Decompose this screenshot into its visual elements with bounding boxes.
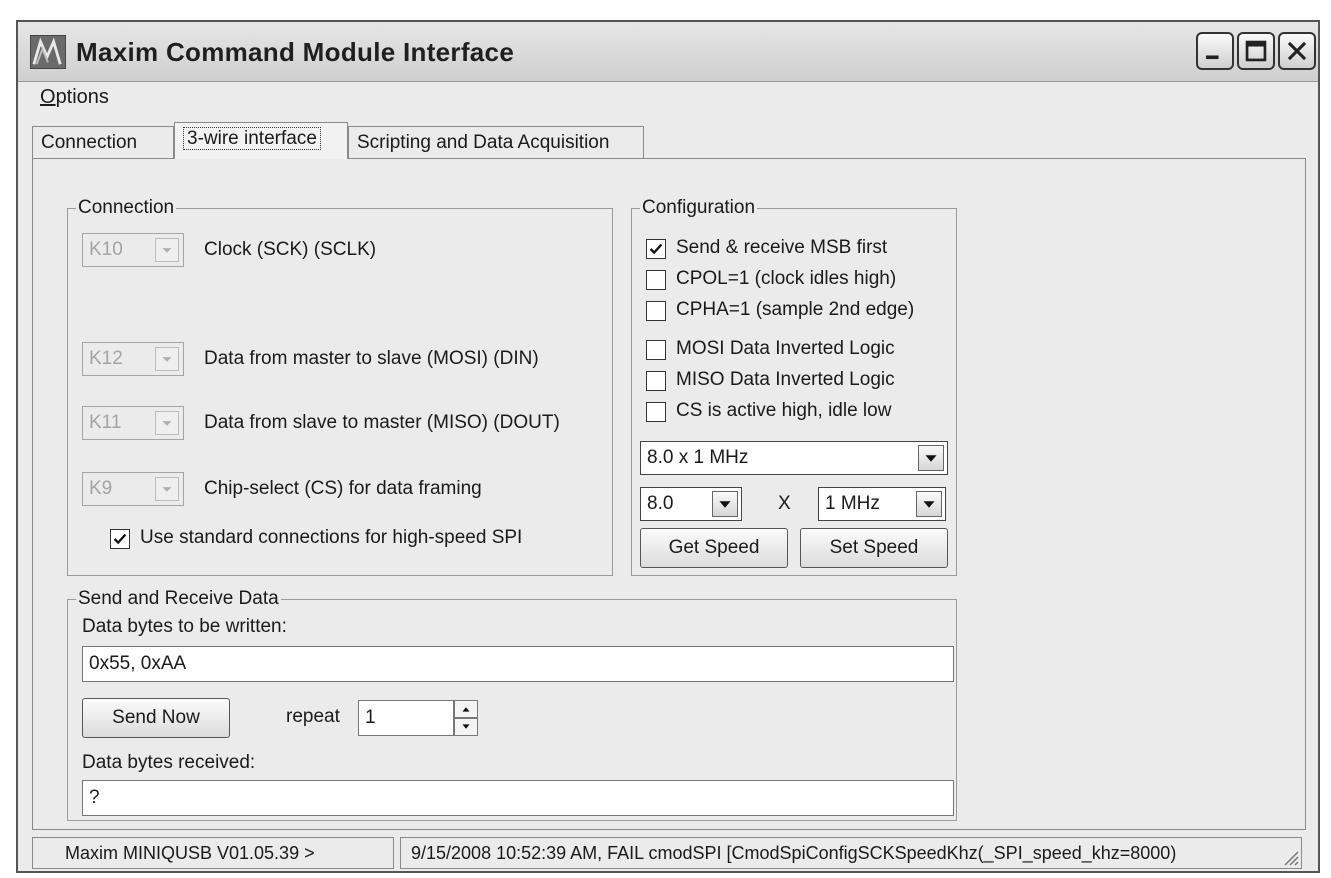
cpha-label: CPHA=1 (sample 2nd edge) — [676, 299, 915, 320]
cpol-label: CPOL=1 (clock idles high) — [676, 268, 897, 289]
msb-first-checkbox[interactable] — [646, 239, 666, 259]
write-label: Data bytes to be written: — [82, 616, 287, 637]
minimize-icon — [1206, 55, 1219, 60]
send-receive-legend: Send and Receive Data — [76, 588, 281, 610]
configuration-legend: Configuration — [640, 197, 758, 219]
received-data-field[interactable]: ? — [82, 780, 954, 816]
cs-active-high-label: CS is active high, idle low — [676, 400, 892, 421]
cpol-checkbox[interactable] — [646, 270, 666, 290]
chevron-down-icon — [155, 477, 179, 501]
miso-pin-dropdown[interactable]: K11 — [82, 406, 184, 440]
mosi-inverted-label: MOSI Data Inverted Logic — [676, 338, 895, 359]
checkmark-icon — [113, 533, 127, 545]
checkmark-icon — [649, 243, 663, 255]
tab-connection[interactable]: Connection — [32, 126, 174, 159]
mosi-pin-dropdown[interactable]: K12 — [82, 342, 184, 376]
chevron-down-icon — [155, 411, 179, 435]
maxim-logo-icon — [30, 35, 66, 69]
use-standard-label: Use standard connections for high-speed … — [140, 527, 523, 548]
cs-label: Chip-select (CS) for data framing — [204, 478, 482, 499]
resize-grip-icon[interactable] — [1279, 846, 1299, 866]
repeat-input[interactable]: 1 — [358, 700, 454, 736]
status-device: Maxim MINIQUSB V01.05.39 > — [32, 837, 394, 869]
menu-options[interactable]: Options — [40, 86, 109, 109]
write-data-input[interactable]: 0x55, 0xAA — [82, 646, 954, 682]
spin-up-icon[interactable] — [454, 700, 478, 718]
close-button[interactable] — [1278, 32, 1316, 70]
miso-label: Data from slave to master (MISO) (DOUT) — [204, 412, 560, 433]
status-message: 9/15/2008 10:52:39 AM, FAIL cmodSPI [Cmo… — [400, 837, 1302, 869]
repeat-spinner[interactable] — [454, 700, 478, 736]
miso-inverted-checkbox[interactable] — [646, 371, 666, 391]
send-now-button[interactable]: Send Now — [82, 698, 230, 738]
cpha-checkbox[interactable] — [646, 301, 666, 321]
chevron-down-icon — [155, 238, 179, 262]
connection-legend: Connection — [76, 197, 177, 219]
title-bar[interactable]: Maxim Command Module Interface — [18, 22, 1318, 82]
msb-first-label: Send & receive MSB first — [676, 237, 888, 258]
send-receive-group: Send and Receive Data Data bytes to be w… — [67, 588, 957, 821]
close-icon — [1287, 41, 1307, 61]
maximize-button[interactable] — [1237, 32, 1275, 70]
chevron-down-icon — [918, 445, 944, 471]
received-label: Data bytes received: — [82, 752, 256, 773]
miso-inverted-label: MISO Data Inverted Logic — [676, 369, 895, 390]
speed-select[interactable]: 8.0 x 1 MHz — [640, 441, 948, 475]
maximize-icon — [1245, 40, 1267, 62]
connection-group: Connection K10 Clock (SCK) (SCLK) K12 Da… — [67, 197, 613, 576]
get-speed-button[interactable]: Get Speed — [640, 528, 788, 568]
set-speed-button[interactable]: Set Speed — [800, 528, 948, 568]
configuration-group: Configuration Send & receive MSB first C… — [631, 197, 957, 576]
chevron-down-icon — [712, 491, 738, 517]
menu-bar: Options — [18, 83, 1318, 113]
chevron-down-icon — [155, 347, 179, 371]
sck-pin-dropdown[interactable]: K10 — [82, 233, 184, 267]
window-title: Maxim Command Module Interface — [76, 37, 515, 67]
multiplier-select[interactable]: 8.0 — [640, 487, 742, 521]
tab-panel-3-wire: Connection K10 Clock (SCK) (SCLK) K12 Da… — [32, 158, 1306, 830]
mosi-inverted-checkbox[interactable] — [646, 340, 666, 360]
status-bar: Maxim MINIQUSB V01.05.39 > 9/15/2008 10:… — [18, 837, 1318, 871]
app-window: Maxim Command Module Interface Options C… — [16, 20, 1320, 873]
chevron-down-icon — [916, 491, 942, 517]
repeat-label: repeat — [286, 706, 340, 727]
use-standard-checkbox[interactable] — [110, 529, 130, 549]
times-label: X — [778, 493, 791, 514]
cs-pin-dropdown[interactable]: K9 — [82, 472, 184, 506]
cs-active-high-checkbox[interactable] — [646, 402, 666, 422]
minimize-button[interactable] — [1196, 32, 1234, 70]
mosi-label: Data from master to slave (MOSI) (DIN) — [204, 348, 539, 369]
spin-down-icon[interactable] — [454, 718, 478, 736]
unit-select[interactable]: 1 MHz — [818, 487, 946, 521]
sck-label: Clock (SCK) (SCLK) — [204, 239, 377, 260]
tab-scripting-data-acquisition[interactable]: Scripting and Data Acquisition — [348, 126, 644, 159]
tab-3-wire-interface[interactable]: 3-wire interface — [174, 122, 348, 159]
